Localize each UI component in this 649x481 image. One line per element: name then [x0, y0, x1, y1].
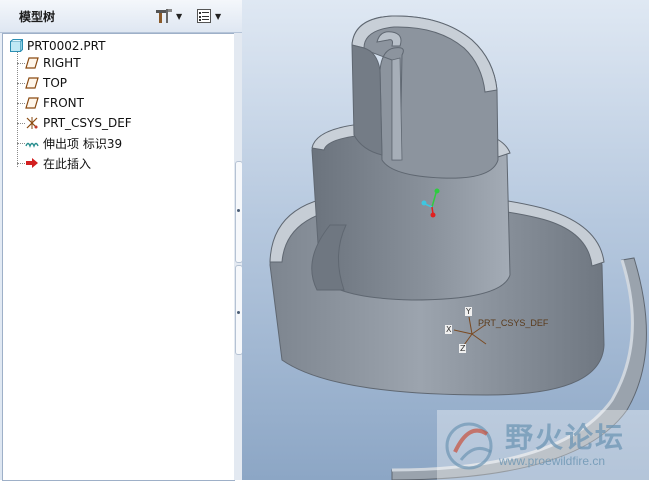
tree-item-insert-here[interactable]: 在此插入 — [25, 154, 91, 172]
tree-item-label: FRONT — [43, 96, 84, 110]
csys-axis-x-label: X — [445, 325, 453, 334]
model-tree-header: 模型树 ▼ ▼ — [0, 0, 242, 33]
tree-item-label: TOP — [43, 76, 68, 90]
watermark-url: www.proewildfire.cn — [499, 454, 606, 468]
tree-columns-button[interactable]: ▼ — [196, 6, 221, 26]
tree-item-label: PRT_CSYS_DEF — [43, 116, 132, 130]
tree-item-label: RIGHT — [43, 56, 81, 70]
watermark-title: 野火论坛 — [505, 421, 626, 454]
model-tree: PRT0002.PRT RIGHT TOP FRONT PRT_CSYS_DEF… — [2, 33, 235, 481]
panel-splitter[interactable] — [234, 33, 243, 480]
tree-item-right[interactable]: RIGHT — [25, 54, 81, 72]
datum-plane-icon — [25, 57, 39, 69]
csys-axis-y-label: Y — [465, 307, 472, 316]
tree-item-label: 伸出项 标识39 — [43, 136, 123, 151]
tree-root-part[interactable]: PRT0002.PRT — [9, 37, 105, 55]
tree-settings-button[interactable]: ▼ — [155, 6, 182, 26]
model-tree-panel: 模型树 ▼ ▼ PRT0002.PRT RIGHT TOP FRONT PRT_… — [0, 0, 243, 481]
datum-plane-icon — [25, 97, 39, 109]
tree-columns-icon — [197, 9, 211, 23]
tree-root-label: PRT0002.PRT — [27, 39, 106, 53]
tree-item-csys[interactable]: PRT_CSYS_DEF — [25, 114, 132, 132]
spiral-model — [269, 15, 647, 480]
tree-item-top[interactable]: TOP — [25, 74, 67, 92]
graphics-viewport[interactable]: PRT_CSYS_DEF X Y Z 野火论坛 www.proewildfire… — [242, 0, 649, 480]
chevron-down-icon: ▼ — [176, 11, 183, 21]
tree-item-label: 在此插入 — [43, 156, 92, 171]
watermark-logo-icon — [445, 422, 493, 470]
chevron-down-icon: ▼ — [215, 11, 222, 21]
model-tree-title: 模型树 — [19, 10, 56, 24]
csys-label: PRT_CSYS_DEF — [478, 318, 549, 328]
tree-settings-icon — [156, 9, 172, 23]
datum-plane-icon — [25, 77, 39, 89]
coordinate-system-icon — [26, 117, 38, 129]
part-icon — [10, 39, 23, 52]
protrusion-feature-icon — [25, 142, 39, 148]
tree-item-front[interactable]: FRONT — [25, 94, 84, 112]
watermark: 野火论坛 www.proewildfire.cn — [437, 410, 649, 480]
insert-here-arrow-icon — [26, 158, 38, 168]
csys-axis-z-label: Z — [459, 344, 467, 353]
tree-item-protrusion[interactable]: 伸出项 标识39 — [25, 134, 122, 152]
tree-connector — [17, 52, 18, 167]
